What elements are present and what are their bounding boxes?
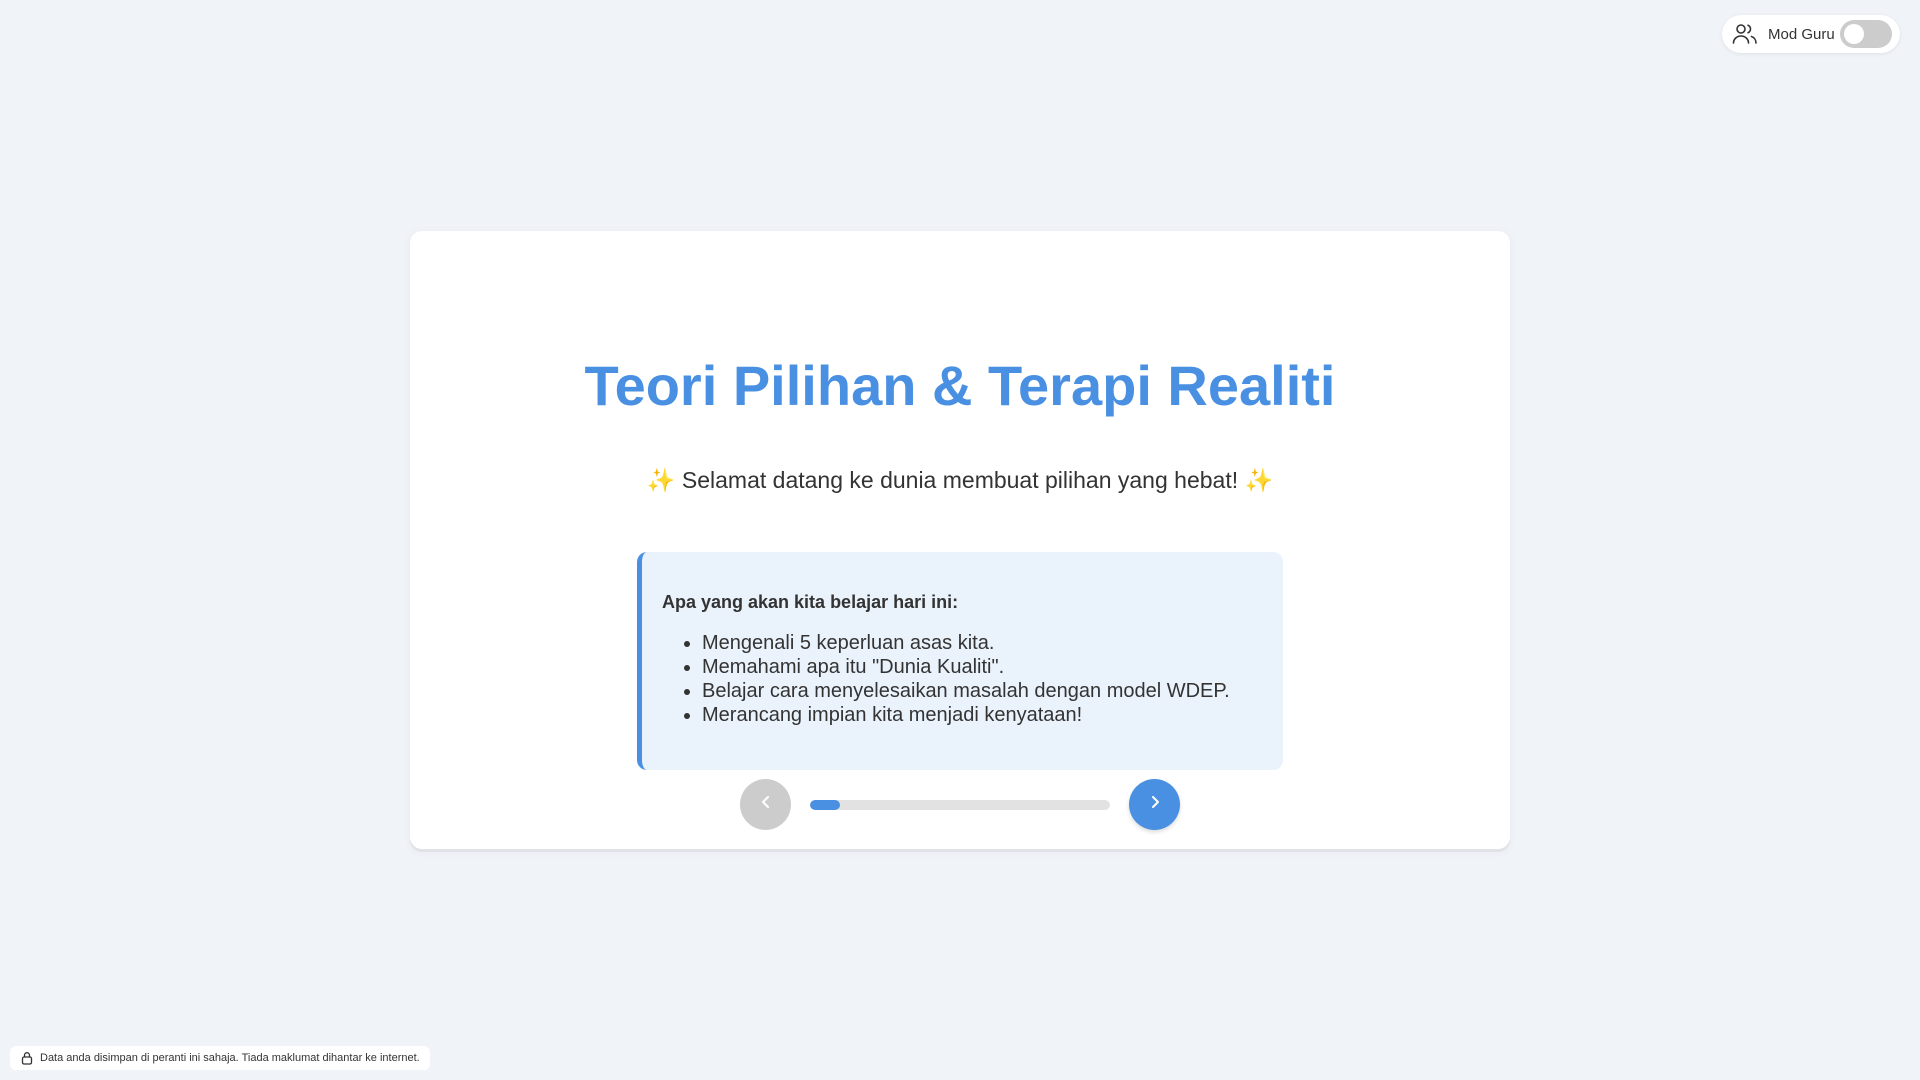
slide-card: Teori Pilihan & Terapi Realiti ✨ Selamat… (410, 231, 1510, 849)
progress-bar (810, 800, 1110, 810)
slide-subtitle: ✨ Selamat datang ke dunia membuat piliha… (646, 467, 1274, 493)
slide-title: Teori Pilihan & Terapi Realiti (584, 354, 1336, 417)
previous-button[interactable] (740, 779, 791, 830)
switch-knob (1844, 24, 1864, 44)
next-button[interactable] (1129, 779, 1180, 830)
list-item: Belajar cara menyelesaikan masalah denga… (702, 679, 1263, 703)
lock-icon (20, 1051, 34, 1065)
objectives-list: Mengenali 5 keperluan asas kita. Memaham… (662, 631, 1263, 727)
learning-objectives-box: Apa yang akan kita belajar hari ini: Men… (637, 552, 1283, 770)
slide-navigation (740, 779, 1180, 831)
chevron-right-icon (1148, 795, 1162, 814)
progress-fill (810, 800, 840, 810)
teacher-mode-switch[interactable] (1840, 20, 1892, 48)
objectives-heading: Apa yang akan kita belajar hari ini: (662, 592, 959, 612)
list-item: Merancang impian kita menjadi kenyataan! (702, 703, 1263, 727)
teacher-mode-label: Mod Guru (1768, 25, 1835, 43)
users-icon (1732, 22, 1758, 46)
list-item: Mengenali 5 keperluan asas kita. (702, 631, 1263, 655)
list-item: Memahami apa itu "Dunia Kualiti". (702, 655, 1263, 679)
teacher-mode-toggle: Mod Guru (1722, 15, 1900, 53)
privacy-text: Data anda disimpan di peranti ini sahaja… (40, 1052, 420, 1064)
chevron-left-icon (759, 795, 773, 814)
privacy-notice: Data anda disimpan di peranti ini sahaja… (10, 1046, 430, 1070)
